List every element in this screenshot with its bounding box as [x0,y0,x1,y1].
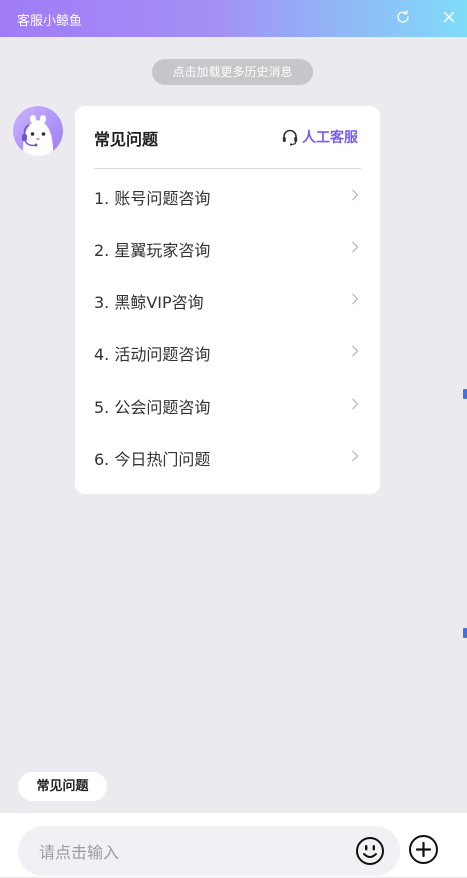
scroll-edge-marker [463,389,467,399]
faq-item-label: 2. 星翼玩家咨询 [94,241,211,260]
divider [94,168,361,169]
faq-card: 常见问题 人工客服 1. 账号问题咨询 2. 星翼玩家咨询 3. 黑鲸VIP咨询… [75,106,380,494]
headset-icon [282,129,298,146]
chevron-right-icon [352,189,359,201]
plus-icon[interactable] [408,834,439,865]
faq-item-label: 4. 活动问题咨询 [94,345,211,364]
emoji-icon[interactable] [355,836,385,866]
close-icon[interactable] [441,9,457,25]
faq-item-label: 3. 黑鲸VIP咨询 [94,293,204,312]
human-agent-button[interactable]: 人工客服 [281,127,358,147]
chevron-right-icon [352,345,359,357]
load-history-button[interactable]: 点击加载更多历史消息 [152,59,313,85]
scroll-edge-marker [463,628,467,638]
chevron-right-icon [352,293,359,305]
faq-card-title: 常见问题 [94,130,159,149]
avatar [13,106,63,156]
faq-item-label: 1. 账号问题咨询 [94,189,211,208]
chevron-right-icon [352,241,359,253]
window-title: 客服小鲸鱼 [17,14,83,29]
faq-item-label: 5. 公会问题咨询 [94,398,211,417]
faq-item-guild[interactable]: 5. 公会问题咨询 [94,389,361,419]
composer-bar [0,813,467,878]
faq-item-event[interactable]: 4. 活动问题咨询 [94,336,361,366]
faq-quick-chip[interactable]: 常见问题 [18,772,107,801]
message-input[interactable] [37,826,341,878]
chevron-right-icon [352,398,359,410]
human-agent-label: 人工客服 [302,130,358,146]
message-input-wrapper [18,826,400,878]
faq-item-xingyi-player[interactable]: 2. 星翼玩家咨询 [94,232,361,262]
title-bar: 客服小鲸鱼 [0,0,467,37]
faq-item-hot-today[interactable]: 6. 今日热门问题 [94,441,361,471]
faq-item-label: 6. 今日热门问题 [94,450,211,469]
faq-item-vip[interactable]: 3. 黑鲸VIP咨询 [94,284,361,314]
faq-item-account[interactable]: 1. 账号问题咨询 [94,180,361,210]
chevron-right-icon [352,450,359,462]
refresh-icon[interactable] [395,9,411,25]
